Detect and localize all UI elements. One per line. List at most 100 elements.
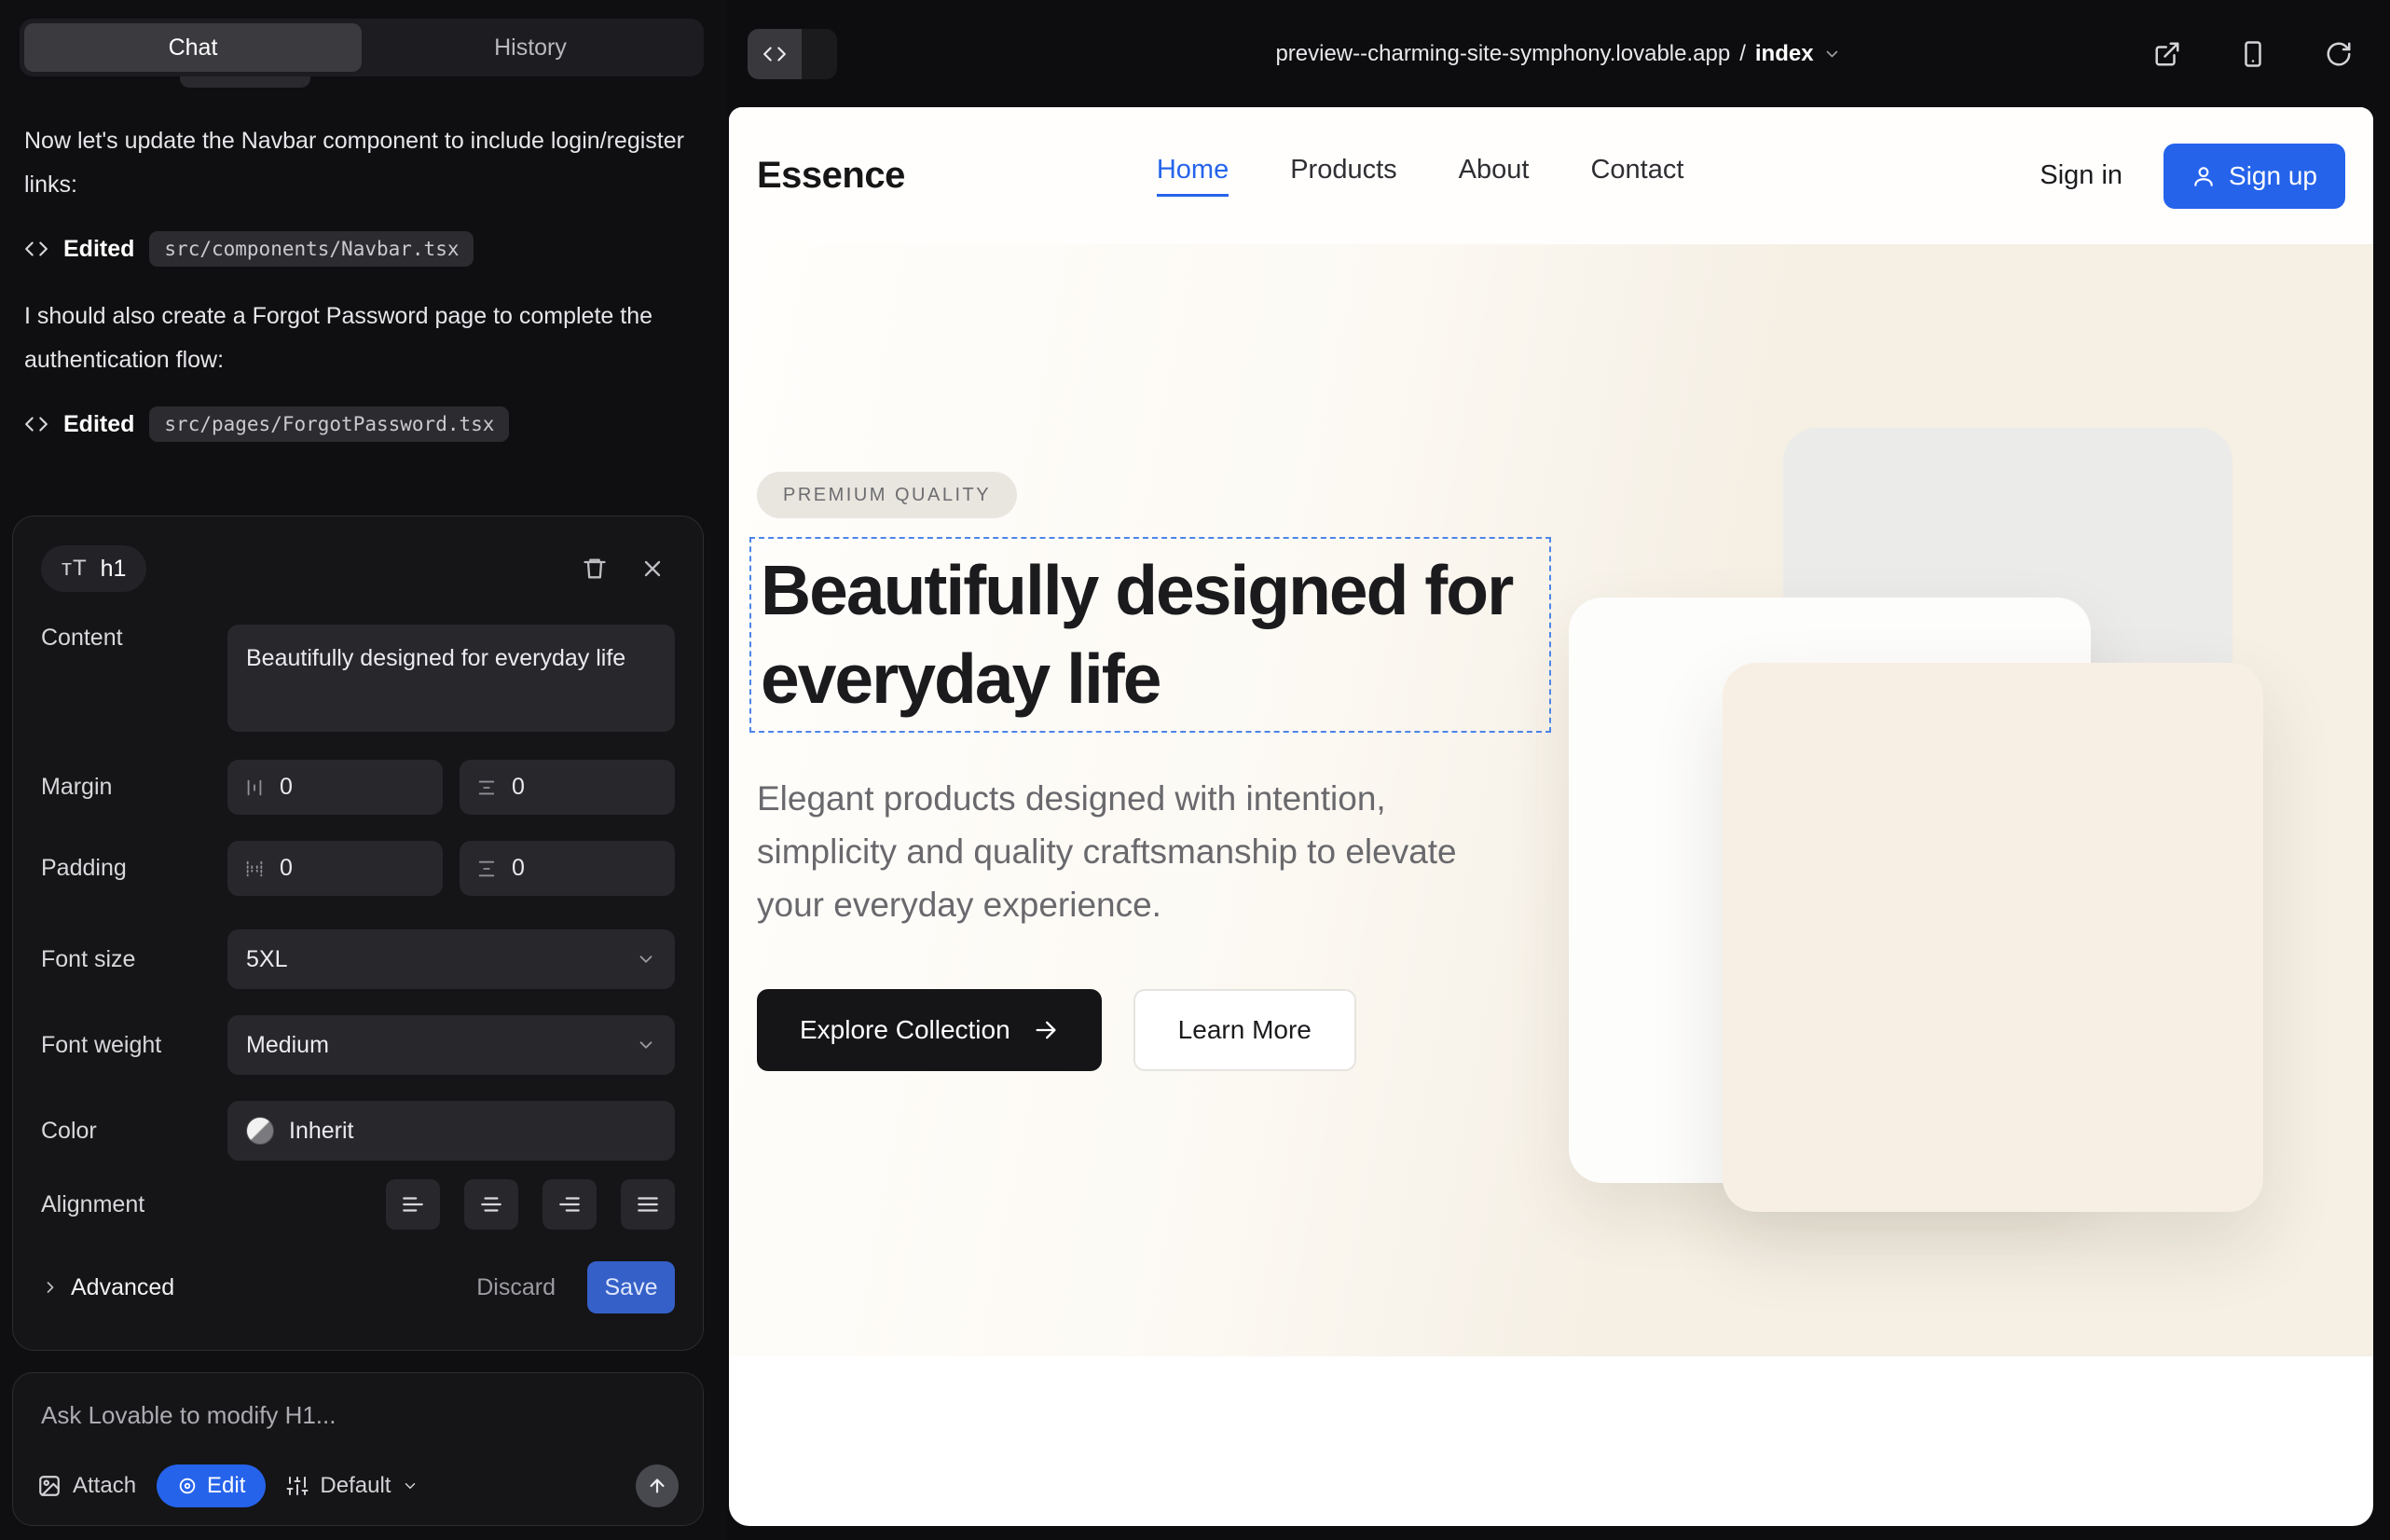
align-center-button[interactable] bbox=[464, 1179, 518, 1230]
site-logo[interactable]: Essence bbox=[757, 155, 905, 197]
delete-element-button[interactable] bbox=[572, 546, 617, 591]
editor-footer: Advanced Discard Save bbox=[41, 1261, 675, 1313]
nav-link-home[interactable]: Home bbox=[1157, 155, 1229, 197]
mobile-view-button[interactable] bbox=[2235, 36, 2271, 72]
sign-up-button[interactable]: Sign up bbox=[2163, 144, 2345, 209]
explore-collection-button[interactable]: Explore Collection bbox=[757, 989, 1102, 1071]
close-editor-button[interactable] bbox=[630, 546, 675, 591]
chevron-down-icon bbox=[402, 1478, 419, 1494]
font-size-value: 5XL bbox=[246, 946, 287, 973]
refresh-icon bbox=[2325, 40, 2353, 68]
premium-quality-badge: PREMIUM QUALITY bbox=[757, 472, 1017, 518]
edited-label: Edited bbox=[63, 411, 134, 438]
chat-messages: Now let's update the Navbar component to… bbox=[24, 119, 703, 470]
trash-icon bbox=[582, 556, 608, 582]
nav-link-about[interactable]: About bbox=[1459, 155, 1530, 197]
color-value: Inherit bbox=[289, 1118, 353, 1145]
element-editor: тT h1 Content Beautifully designed bbox=[12, 516, 704, 1351]
nav-link-products[interactable]: Products bbox=[1290, 155, 1396, 197]
align-right-button[interactable] bbox=[543, 1179, 597, 1230]
edited-file-row: Edited src/pages/ForgotPassword.tsx bbox=[24, 406, 703, 442]
open-in-new-tab-button[interactable] bbox=[2150, 36, 2185, 72]
arrow-up-icon bbox=[647, 1476, 667, 1496]
content-label: Content bbox=[41, 625, 227, 652]
alignment-row: Alignment bbox=[41, 1179, 675, 1230]
default-label: Default bbox=[320, 1473, 391, 1499]
color-swatch bbox=[246, 1117, 274, 1145]
align-left-icon bbox=[401, 1192, 425, 1217]
advanced-toggle[interactable]: Advanced bbox=[41, 1274, 174, 1301]
sign-in-link[interactable]: Sign in bbox=[2040, 160, 2122, 191]
alignment-label: Alignment bbox=[41, 1191, 227, 1218]
edit-mode-button[interactable]: Edit bbox=[157, 1464, 266, 1507]
file-chip-forgot-password[interactable]: src/pages/ForgotPassword.tsx bbox=[149, 406, 509, 442]
edit-target-icon bbox=[177, 1476, 198, 1496]
hero-section: PREMIUM QUALITY Beautifully designed for… bbox=[729, 244, 2373, 1356]
align-justify-button[interactable] bbox=[621, 1179, 675, 1230]
vertical-padding-icon bbox=[476, 859, 497, 879]
edit-label: Edit bbox=[207, 1473, 245, 1499]
chat-composer: Ask Lovable to modify H1... Attach Edit bbox=[12, 1372, 704, 1526]
send-button[interactable] bbox=[636, 1464, 679, 1507]
align-left-button[interactable] bbox=[386, 1179, 440, 1230]
discard-button[interactable]: Discard bbox=[476, 1274, 556, 1301]
decorative-card-beige bbox=[1723, 663, 2263, 1212]
selected-tag-chip[interactable]: тT h1 bbox=[41, 545, 146, 592]
hero-cta-row: Explore Collection Learn More bbox=[757, 989, 1568, 1071]
nav-link-contact[interactable]: Contact bbox=[1590, 155, 1683, 197]
tag-name: h1 bbox=[101, 556, 127, 583]
code-view-toggle[interactable] bbox=[748, 29, 837, 79]
preview-column: preview--charming-site-symphony.lovable.… bbox=[727, 0, 2390, 1540]
margin-row: Margin 0 0 bbox=[41, 760, 675, 815]
hero-subtext: Elegant products designed with intention… bbox=[757, 772, 1503, 931]
content-row: Content Beautifully designed for everyda… bbox=[41, 625, 675, 732]
learn-more-button[interactable]: Learn More bbox=[1133, 989, 1356, 1071]
font-weight-select[interactable]: Medium bbox=[227, 1015, 675, 1075]
site-preview: Essence Home Products About Contact Sign… bbox=[729, 107, 2373, 1526]
tab-history[interactable]: History bbox=[362, 23, 699, 72]
attach-button[interactable]: Attach bbox=[37, 1473, 136, 1499]
font-size-select[interactable]: 5XL bbox=[227, 929, 675, 989]
sliders-icon bbox=[286, 1475, 309, 1497]
arrow-right-icon bbox=[1033, 1017, 1059, 1043]
hero-headline[interactable]: Beautifully designed for everyday life bbox=[761, 546, 1540, 723]
margin-y-input[interactable]: 0 bbox=[460, 760, 675, 815]
align-right-icon bbox=[557, 1192, 582, 1217]
browser-chrome: preview--charming-site-symphony.lovable.… bbox=[727, 0, 2390, 107]
model-default-button[interactable]: Default bbox=[286, 1473, 419, 1499]
horizontal-padding-icon bbox=[244, 859, 265, 879]
typography-icon: тT bbox=[62, 556, 88, 582]
padding-x-input[interactable]: 0 bbox=[227, 841, 443, 896]
vertical-spacing-icon bbox=[476, 777, 497, 798]
hero-content: PREMIUM QUALITY Beautifully designed for… bbox=[729, 244, 1568, 1071]
tab-chat[interactable]: Chat bbox=[24, 23, 362, 72]
margin-x-input[interactable]: 0 bbox=[227, 760, 443, 815]
font-weight-label: Font weight bbox=[41, 1032, 227, 1059]
chevron-down-icon bbox=[636, 949, 656, 969]
image-icon bbox=[37, 1474, 62, 1498]
save-button[interactable]: Save bbox=[587, 1261, 675, 1313]
close-icon bbox=[639, 556, 666, 582]
padding-row: Padding 0 0 bbox=[41, 841, 675, 896]
font-weight-value: Medium bbox=[246, 1032, 329, 1059]
color-select[interactable]: Inherit bbox=[227, 1101, 675, 1161]
url-breadcrumb[interactable]: preview--charming-site-symphony.lovable.… bbox=[1275, 41, 1841, 67]
code-icon bbox=[762, 42, 787, 66]
attach-label: Attach bbox=[73, 1473, 136, 1499]
chevron-down-icon bbox=[1823, 45, 1842, 63]
smartphone-icon bbox=[2239, 40, 2267, 68]
padding-y-input[interactable]: 0 bbox=[460, 841, 675, 896]
selected-element-outline[interactable]: Beautifully designed for everyday life bbox=[749, 537, 1551, 733]
color-label: Color bbox=[41, 1118, 227, 1145]
chevron-right-icon bbox=[41, 1278, 60, 1297]
refresh-button[interactable] bbox=[2321, 36, 2356, 72]
site-nav-links: Home Products About Contact bbox=[1157, 155, 1684, 197]
lovable-app: Chat History Now let's update the Navbar… bbox=[0, 0, 2390, 1540]
chat-panel: Chat History Now let's update the Navbar… bbox=[0, 0, 727, 1540]
sign-up-label: Sign up bbox=[2229, 161, 2317, 191]
composer-input[interactable]: Ask Lovable to modify H1... bbox=[41, 1401, 675, 1430]
content-input[interactable]: Beautifully designed for everyday life bbox=[227, 625, 675, 732]
edited-label: Edited bbox=[63, 236, 134, 263]
file-chip-navbar[interactable]: src/components/Navbar.tsx bbox=[149, 231, 474, 267]
path-separator: / bbox=[1739, 41, 1746, 67]
